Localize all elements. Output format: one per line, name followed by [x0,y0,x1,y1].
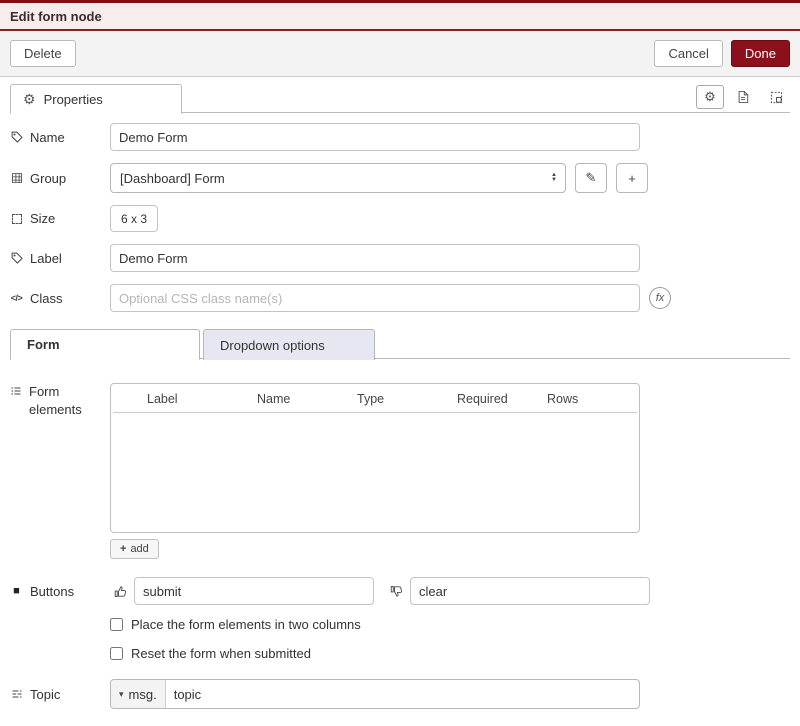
gear-icon: ⚙ [704,89,716,105]
two-columns-option: Place the form elements in two columns [110,617,790,632]
form-elements-label: Form elements [29,383,110,559]
column-label: Label [147,392,257,406]
square-icon: ■ [10,585,23,597]
size-row: Size 6 x 3 [10,205,790,232]
node-description-button[interactable] [729,85,757,109]
topic-type-select[interactable]: ▾ msg. [111,680,166,708]
name-input[interactable] [110,123,640,151]
group-select-value: [Dashboard] Form [120,171,225,186]
topic-type-label: msg. [129,687,157,702]
form-elements-section: Form elements Label Name Type Required R… [10,383,790,559]
tab-properties[interactable]: ⚙ Properties [10,84,182,114]
thumbs-up-icon [114,585,128,598]
thumbs-down-icon [390,585,404,598]
group-row: Group [Dashboard] Form ▲▼ ✎ + [10,163,790,193]
class-input[interactable] [110,284,640,312]
reset-form-checkbox[interactable] [110,647,123,660]
reset-form-label: Reset the form when submitted [131,646,311,661]
edit-group-button[interactable]: ✎ [575,163,607,193]
toolbar-right-group: Cancel Done [654,40,790,67]
add-group-button[interactable]: + [616,163,648,193]
dialog-title: Edit form node [10,9,102,24]
name-row: Name [10,123,790,151]
topic-typed-input: ▾ msg. [110,679,640,709]
name-label: Name [30,130,65,145]
form-elements-label-group: Form elements [10,383,110,559]
class-row: </> Class fx [10,284,790,312]
tab-action-buttons: ⚙ [696,85,790,109]
subtab-dropdown-options-label: Dropdown options [220,338,325,353]
group-label-group: Group [10,171,110,186]
form-elements-main: Label Name Type Required Rows + add [110,383,640,559]
code-icon: </> [10,293,23,303]
properties-tabbar: ⚙ Properties ⚙ [10,83,790,113]
clear-button-input[interactable] [410,577,650,605]
add-element-button[interactable]: + add [110,539,159,559]
subtab-form[interactable]: Form [10,329,200,360]
form-elements-header: Label Name Type Required Rows [113,384,637,413]
node-appearance-button[interactable] [762,85,790,109]
dialog-header: Edit form node [0,3,800,31]
form-elements-list[interactable]: Label Name Type Required Rows [110,383,640,533]
buttons-label: Buttons [30,584,74,599]
topic-label-group: Topic [10,687,110,702]
document-icon [737,90,749,104]
topic-label: Topic [30,687,60,702]
subtab-form-label: Form [27,337,60,352]
size-icon [10,214,23,224]
tasks-icon [10,688,23,700]
gear-icon: ⚙ [23,92,36,106]
two-columns-checkbox[interactable] [110,618,123,631]
tag-icon [10,252,23,264]
tag-icon [10,131,23,143]
two-columns-label: Place the form elements in two columns [131,617,361,632]
resize-icon [770,91,783,104]
plus-icon: + [628,171,636,186]
expression-button[interactable]: fx [649,287,671,309]
column-type: Type [357,392,457,406]
table-icon [10,172,23,184]
size-label-group: Size [10,211,110,226]
size-label: Size [30,211,55,226]
add-element-label: add [130,543,148,555]
delete-button[interactable]: Delete [10,40,76,67]
group-select[interactable]: [Dashboard] Form ▲▼ [110,163,566,193]
dialog-content: ⚙ Properties ⚙ [0,77,800,726]
label-label: Label [30,251,62,266]
class-label-group: </> Class [10,291,110,306]
list-icon [10,385,22,559]
pencil-icon: ✎ [586,170,597,186]
name-label-group: Name [10,130,110,145]
select-stepper-icon: ▲▼ [551,173,559,183]
edit-properties-button[interactable]: ⚙ [696,85,724,109]
group-label: Group [30,171,66,186]
plus-icon: + [120,543,126,555]
topic-input[interactable] [166,687,639,702]
subtab-dropdown-options[interactable]: Dropdown options [203,329,375,360]
label-row: Label [10,244,790,272]
buttons-row: ■ Buttons [10,577,790,605]
column-name: Name [257,392,357,406]
edit-form-node-dialog: Edit form node Delete Cancel Done ⚙ Prop… [0,0,800,726]
class-label: Class [30,291,63,306]
dialog-toolbar: Delete Cancel Done [0,31,800,77]
submit-button-input[interactable] [134,577,374,605]
topic-row: Topic ▾ msg. [10,679,790,709]
form-subtabbar: Form Dropdown options [10,328,790,359]
size-value-button[interactable]: 6 x 3 [110,205,158,232]
cancel-button[interactable]: Cancel [654,40,722,67]
label-label-group: Label [10,251,110,266]
label-input[interactable] [110,244,640,272]
buttons-label-group: ■ Buttons [10,584,110,599]
tab-properties-label: Properties [44,92,103,107]
column-rows: Rows [547,392,627,406]
column-required: Required [457,392,547,406]
reset-form-option: Reset the form when submitted [110,646,790,661]
done-button[interactable]: Done [731,40,790,67]
caret-down-icon: ▾ [119,689,124,700]
